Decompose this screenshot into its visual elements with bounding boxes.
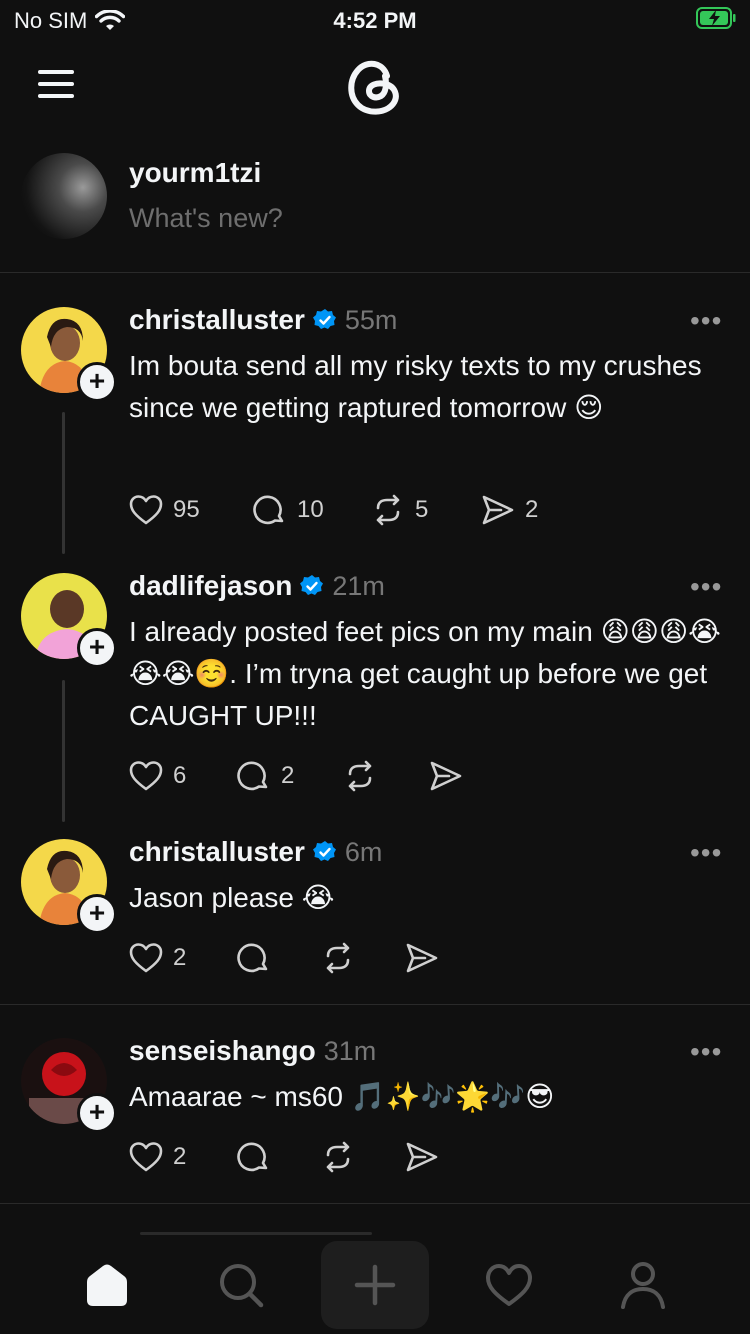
- like-count: 2: [173, 944, 187, 971]
- post-text: Amaarae ~ ms60 🎵✨🎶🌟🎶😎: [129, 1081, 555, 1112]
- share-button[interactable]: 2: [479, 491, 538, 529]
- home-icon: [87, 1264, 127, 1306]
- battery-icon: [696, 7, 736, 29]
- divider: [0, 272, 750, 273]
- tab-search[interactable]: [201, 1245, 281, 1325]
- like-button[interactable]: 95: [127, 491, 251, 529]
- reply-icon: [253, 495, 284, 525]
- post-actions: 95 10 5 2: [127, 491, 538, 529]
- post-header: christalluster 55m: [129, 304, 397, 336]
- menu-icon-bar: [38, 82, 74, 86]
- like-count: 2: [173, 1143, 187, 1170]
- repost-icon: [326, 1141, 350, 1173]
- verified-icon: [312, 309, 336, 329]
- verified-icon: [312, 841, 336, 861]
- search-icon: [220, 1264, 264, 1308]
- post-username[interactable]: dadlifejason: [129, 570, 292, 602]
- repost-button[interactable]: [319, 1138, 403, 1176]
- repost-icon: [326, 942, 350, 974]
- repost-icon: [348, 760, 372, 792]
- tab-profile[interactable]: [603, 1245, 683, 1325]
- reply-button[interactable]: 10: [251, 491, 369, 529]
- like-count: 95: [173, 496, 200, 523]
- like-button[interactable]: 2: [127, 939, 235, 977]
- follow-plus-button[interactable]: +: [77, 1093, 117, 1133]
- follow-plus-button[interactable]: +: [77, 894, 117, 934]
- threads-logo-icon[interactable]: [343, 52, 407, 118]
- post-time: 31m: [323, 1035, 377, 1066]
- post-time: 55m: [344, 304, 398, 335]
- post-username[interactable]: senseishango: [129, 1035, 316, 1067]
- share-button[interactable]: [427, 757, 465, 795]
- repost-count: 5: [415, 496, 429, 523]
- menu-icon-bar: [38, 70, 74, 74]
- verified-icon: [300, 575, 324, 595]
- heart-icon: [129, 761, 163, 791]
- post-time: 21m: [332, 570, 385, 601]
- share-count: 2: [525, 496, 539, 523]
- reply-button[interactable]: 2: [235, 757, 341, 795]
- reply-count: 10: [297, 496, 324, 523]
- divider: [0, 1203, 750, 1204]
- divider: [0, 1004, 750, 1005]
- repost-button[interactable]: [341, 757, 427, 795]
- repost-button[interactable]: [319, 939, 403, 977]
- post-actions: 2: [127, 939, 441, 977]
- composer-username: yourm1tzi: [129, 157, 262, 188]
- share-button[interactable]: [403, 1138, 441, 1176]
- post-time: 6m: [344, 836, 383, 867]
- thread-line: [62, 680, 65, 822]
- heart-icon: [129, 1142, 163, 1172]
- share-button[interactable]: [403, 939, 441, 977]
- like-button[interactable]: 2: [127, 1138, 235, 1176]
- post-text: Jason please 😭: [129, 882, 335, 913]
- menu-icon-bar: [38, 94, 74, 98]
- reply-icon: [237, 1142, 268, 1172]
- scroll-indicator: [140, 1232, 372, 1235]
- status-time: 4:52 PM: [333, 8, 417, 33]
- repost-icon: [376, 494, 400, 526]
- like-count: 6: [173, 762, 187, 789]
- reply-button[interactable]: [235, 1138, 319, 1176]
- menu-button[interactable]: [38, 70, 74, 98]
- more-icon[interactable]: •••: [690, 837, 722, 869]
- more-icon[interactable]: •••: [690, 1036, 722, 1068]
- post-header: dadlifejason 21m: [129, 570, 385, 602]
- post-text: Im bouta send all my risky texts to my c…: [129, 350, 702, 423]
- more-icon[interactable]: •••: [690, 305, 722, 337]
- repost-button[interactable]: 5: [369, 491, 479, 529]
- share-icon: [430, 761, 462, 791]
- more-icon[interactable]: •••: [690, 571, 722, 603]
- profile-icon: [621, 1262, 665, 1309]
- post-username[interactable]: christalluster: [129, 304, 305, 336]
- composer-avatar[interactable]: [21, 153, 107, 239]
- reply-icon: [237, 943, 268, 973]
- reply-button[interactable]: [235, 939, 319, 977]
- plus-icon: [354, 1264, 396, 1306]
- share-icon: [406, 943, 438, 973]
- post-actions: 2: [127, 1138, 441, 1176]
- composer-input[interactable]: What's new?: [129, 203, 283, 234]
- post-header: senseishango 31m: [129, 1035, 376, 1067]
- reply-icon: [237, 761, 268, 791]
- share-icon: [482, 495, 514, 525]
- post-actions: 6 2: [127, 757, 465, 795]
- follow-plus-button[interactable]: +: [77, 628, 117, 668]
- activity-icon: [486, 1264, 532, 1306]
- heart-icon: [129, 495, 163, 525]
- post-text: I already posted feet pics on my main 😩😩…: [129, 616, 721, 731]
- thread-line: [62, 412, 65, 554]
- heart-icon: [129, 943, 163, 973]
- tab-home[interactable]: [67, 1245, 147, 1325]
- tab-create[interactable]: [321, 1241, 429, 1329]
- reply-count: 2: [281, 762, 295, 789]
- like-button[interactable]: 6: [127, 757, 235, 795]
- share-icon: [406, 1142, 438, 1172]
- tab-activity[interactable]: [469, 1245, 549, 1325]
- post-username[interactable]: christalluster: [129, 836, 305, 868]
- follow-plus-button[interactable]: +: [77, 362, 117, 402]
- status-bar: No SIM 4:52 PM: [0, 0, 750, 40]
- post-header: christalluster 6m: [129, 836, 382, 868]
